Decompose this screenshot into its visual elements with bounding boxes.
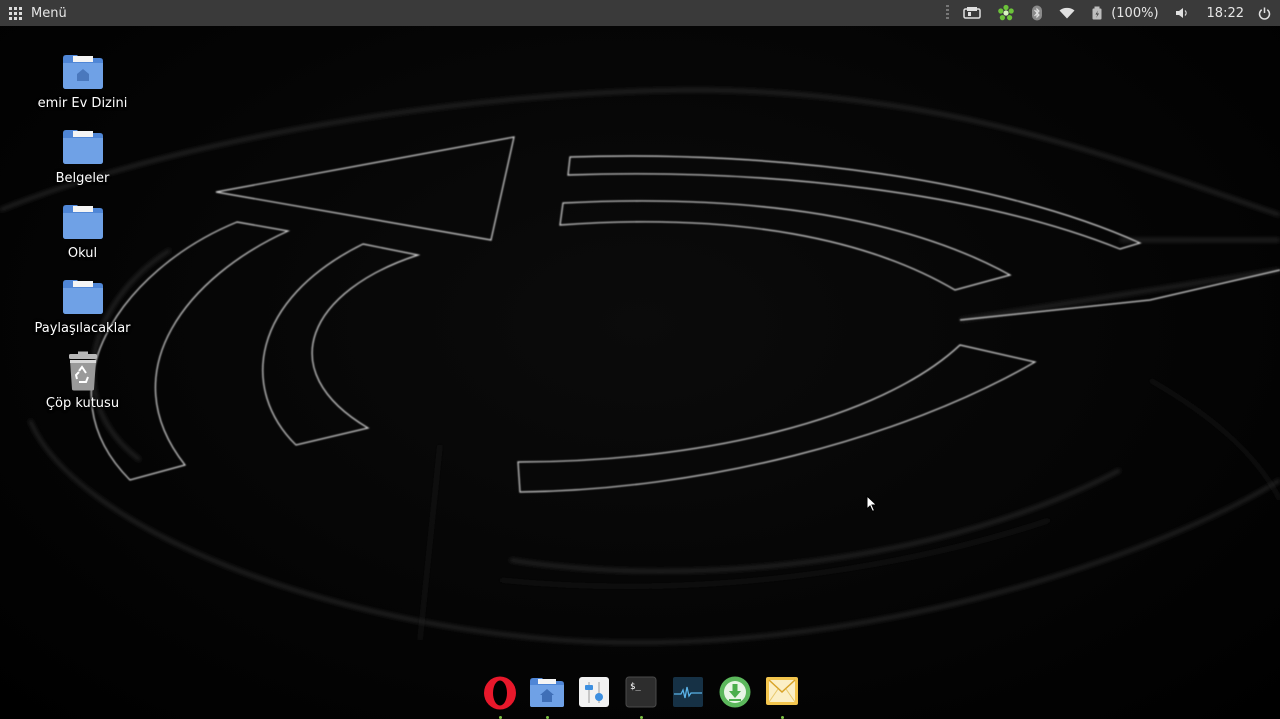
files-home-icon: [529, 678, 564, 707]
wallpaper-faint-shapes: [419, 379, 1280, 641]
home-folder-icon: [60, 48, 106, 94]
tray-separator: [946, 5, 950, 21]
wallpaper: [0, 88, 1280, 644]
icq-indicator[interactable]: [989, 0, 1023, 26]
bluetooth-icon: [1032, 5, 1043, 21]
wifi-icon: [1059, 7, 1075, 19]
volume-indicator[interactable]: [1167, 0, 1197, 26]
battery-icon: [1092, 6, 1102, 20]
clock[interactable]: 18:22: [1197, 0, 1254, 26]
desktop-icon-trash[interactable]: Çöp kutusu: [30, 348, 135, 411]
volume-icon: [1175, 8, 1187, 18]
dock-item-opera[interactable]: [476, 670, 523, 719]
system-tray: (100%) 18:22: [940, 0, 1280, 26]
mail-icon: [765, 677, 798, 705]
opera-icon: [483, 676, 516, 710]
dock-item-terminal[interactable]: $_: [617, 670, 664, 719]
menu-button[interactable]: Menü: [0, 0, 75, 26]
wallpaper-logo-outline: [90, 136, 1280, 493]
desktop-icon-home[interactable]: emir Ev Dizini: [30, 48, 135, 111]
power-menu[interactable]: [1254, 0, 1280, 26]
desktop-icon-label: emir Ev Dizini: [37, 96, 128, 111]
trash-icon: [60, 348, 106, 394]
desktop-icon-paylasilacaklar[interactable]: Paylaşılacaklar: [30, 273, 135, 336]
menu-label: Menü: [31, 5, 67, 21]
power-icon: [1258, 7, 1271, 20]
dock-item-downloader[interactable]: [711, 670, 758, 719]
drive-indicator[interactable]: [955, 0, 989, 26]
dock-item-mail[interactable]: [758, 670, 805, 719]
folder-icon: [60, 198, 106, 244]
terminal-icon: $_: [625, 676, 656, 708]
desktop-icon-belgeler[interactable]: Belgeler: [30, 123, 135, 186]
icq-flower-icon: [998, 4, 1015, 21]
wifi-indicator[interactable]: [1051, 0, 1083, 26]
dock-item-settings[interactable]: [570, 670, 617, 719]
top-panel: Menü (100%) 18:22: [0, 0, 1280, 26]
desktop[interactable]: Menü (100%) 18:22 emir Ev Dizini Belgele…: [0, 0, 1280, 719]
download-icon: [719, 676, 750, 708]
dock-item-files[interactable]: [523, 670, 570, 719]
battery-indicator[interactable]: [1083, 0, 1107, 26]
system-monitor-icon: [672, 677, 703, 707]
battery-percent[interactable]: (100%): [1107, 0, 1166, 26]
dock: $_: [476, 670, 805, 719]
settings-sliders-icon: [578, 677, 609, 707]
drive-icon: [963, 7, 981, 19]
dock-item-system-monitor[interactable]: [664, 670, 711, 719]
desktop-icon-label: Çöp kutusu: [45, 396, 120, 411]
wallpaper-glow-rings: [0, 88, 1280, 644]
desktop-icon-okul[interactable]: Okul: [30, 198, 135, 261]
app-grid-icon: [9, 6, 22, 20]
bluetooth-indicator[interactable]: [1023, 0, 1051, 26]
desktop-icon-label: Paylaşılacaklar: [34, 321, 131, 336]
folder-icon: [60, 273, 106, 319]
desktop-icon-label: Belgeler: [55, 171, 110, 186]
mouse-cursor-icon: [866, 495, 878, 513]
terminal-prompt: $_: [630, 682, 641, 692]
desktop-icon-label: Okul: [67, 246, 98, 261]
folder-icon: [60, 123, 106, 169]
